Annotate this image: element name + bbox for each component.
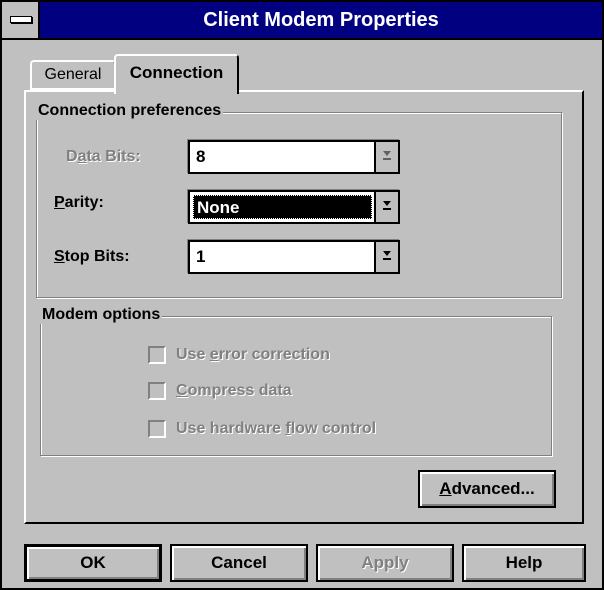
compress-data-checkbox-row[interactable]: Compress data [148,382,292,400]
tab-general[interactable]: General [30,60,116,90]
chevron-down-icon [383,251,391,260]
chevron-down-icon [383,151,391,160]
stop-bits-dropdown[interactable]: 1 [188,240,400,274]
stop-bits-dropdown-button[interactable] [374,242,398,272]
error-correction-checkbox-row[interactable]: Use error correction [148,346,330,364]
data-bits-dropdown-button[interactable] [374,142,398,172]
help-button[interactable]: Help [462,544,586,582]
system-menu-icon [10,16,32,23]
modem-options-legend: Modem options [40,306,163,324]
data-bits-dropdown[interactable]: 8 [188,140,400,174]
tab-panel-connection: Connection preferences Data Bits: 8 Pari… [24,90,584,524]
title-bar[interactable]: Client Modem Properties [2,2,602,40]
cancel-button[interactable]: Cancel [170,544,308,582]
data-bits-value: 8 [196,147,206,166]
compress-data-label: Compress data [176,382,292,399]
dialog-window: Client Modem Properties General Connecti… [0,0,604,590]
compress-data-checkbox[interactable] [148,382,166,400]
parity-dropdown-button[interactable] [374,192,398,222]
hardware-flow-control-label: Use hardware flow control [176,420,377,437]
parity-value: None [193,195,372,219]
tab-connection[interactable]: Connection [114,54,239,94]
hardware-flow-control-checkbox[interactable] [148,420,166,438]
stop-bits-label: Stop Bits: [54,248,130,265]
error-correction-checkbox[interactable] [148,346,166,364]
system-menu-button[interactable] [2,2,40,38]
parity-dropdown[interactable]: None [188,190,400,224]
ok-button[interactable]: OK [24,544,162,582]
advanced-button[interactable]: Advanced... [418,470,556,508]
parity-label: Parity: [54,194,104,211]
hardware-flow-control-checkbox-row[interactable]: Use hardware flow control [148,420,376,438]
window-title: Client Modem Properties [203,9,439,31]
stop-bits-value: 1 [196,247,206,266]
error-correction-label: Use error correction [176,346,330,363]
tab-general-label: General [44,66,102,83]
data-bits-label: Data Bits: [66,148,141,165]
connection-preferences-legend: Connection preferences [36,102,224,120]
apply-button[interactable]: Apply [316,544,454,582]
tab-connection-label: Connection [129,63,224,82]
chevron-down-icon [383,201,391,210]
